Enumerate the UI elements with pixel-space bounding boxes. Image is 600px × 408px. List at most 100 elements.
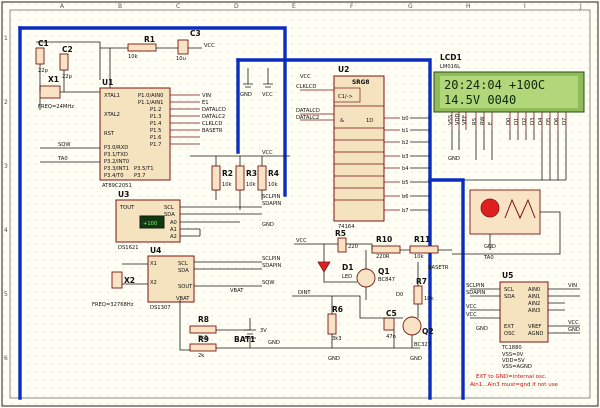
- u2-out-b6: b6: [402, 194, 409, 200]
- u4-pin-x1: X1: [150, 261, 157, 267]
- net-dint: DINT: [298, 290, 311, 296]
- u2-pin-c1: C1/->: [338, 94, 353, 100]
- lcd1-pin-d3: D3: [530, 118, 536, 125]
- r10-value: 220R: [376, 254, 390, 260]
- bus-right: [428, 178, 465, 400]
- driver-vcc: VCC: [296, 238, 307, 244]
- u5-vcc-3: VCC: [568, 320, 579, 326]
- bat-gnd: GND: [268, 340, 280, 346]
- u5-pin-ain2: AIN2: [528, 301, 540, 307]
- r11-value: 10k: [414, 254, 424, 260]
- c2-ref: C2: [62, 45, 73, 54]
- u1-pin-p15: P1.5: [150, 128, 161, 134]
- r2-resistor: [211, 165, 221, 191]
- c2-capacitor: [59, 53, 69, 71]
- u2-datalc2-label: DATALC2: [296, 115, 319, 121]
- u5-pin-osc: OSC: [504, 331, 515, 337]
- lcd1-part: LM016L: [440, 64, 460, 70]
- net-ta0-right: TA0: [483, 255, 494, 261]
- d1-ref: D1: [342, 263, 353, 272]
- c5-ref: C5: [386, 309, 397, 318]
- frame-col-a: A: [60, 3, 65, 10]
- u4-rtc: U4 DS1307 X1 X2 VBAT SCL SDA SOUT X2 FRE…: [92, 246, 281, 311]
- lcd1-pin-d4: D4: [538, 117, 544, 125]
- r1-ref: R1: [144, 35, 155, 44]
- u2-out-b1: b1: [402, 128, 409, 134]
- pot-knob-icon: [480, 198, 500, 218]
- u3-wires: [180, 206, 262, 237]
- frame-col-f: F: [350, 3, 354, 10]
- u4-pin-vbat: VBAT: [176, 296, 190, 302]
- u1-pin-p30: P3.0/RXD: [104, 145, 128, 151]
- frame-row-4: 4: [4, 227, 8, 234]
- u3-ref: U3: [118, 190, 129, 199]
- driver-gnd2: GND: [410, 356, 422, 362]
- r9-value: 2k: [198, 353, 204, 359]
- u5-vin: VIN: [568, 283, 577, 289]
- u1-pin-p35: P3.5/T1: [134, 166, 154, 172]
- net-sdapin-1: SDAPIN: [262, 201, 281, 207]
- u2-output-pins: [384, 117, 400, 211]
- net-vbat: VBAT: [230, 288, 244, 294]
- net-sdapin-2: SDAPIN: [262, 263, 281, 269]
- r2-value: 10k: [222, 182, 232, 188]
- d1-value: LED: [342, 274, 352, 280]
- u3-pin-tout: TOUT: [119, 205, 135, 211]
- r8-value: 3k3: [198, 335, 208, 341]
- net-sqw-left: SQW: [58, 142, 71, 148]
- u1-left-wires: [40, 147, 100, 163]
- u2-out-b0: b0: [402, 116, 409, 122]
- u1-pin-p10: P1.0/AIN0: [138, 93, 163, 99]
- u2-out-b5: b5: [402, 180, 409, 186]
- r3-ref: R3: [246, 169, 257, 178]
- u5-note-3: VSS=AGND: [502, 364, 532, 370]
- frame-col-d: D: [234, 3, 239, 10]
- u3-temp-sensor: U3 DS1621 TOUT SCL SDA A0 A1 A2 +100 GND: [115, 190, 274, 251]
- c5-capacitor: [383, 317, 395, 331]
- u2-clklcd-label: CLKLCD: [296, 84, 316, 90]
- frame-col-e: E: [292, 3, 296, 10]
- u2-out-b2: b2: [402, 140, 409, 146]
- design-note: EXT to GND=internal osc. Ain1...Ain3 mus…: [470, 374, 559, 388]
- vcc-label-top: VCC: [204, 43, 215, 49]
- lcd1-pin-d1: D1: [514, 118, 520, 125]
- x1-crystal: [39, 85, 61, 99]
- r6-ref: R6: [332, 305, 343, 314]
- u4-pin-sda: SDA: [178, 268, 189, 274]
- r8-ref: R8: [198, 315, 209, 324]
- frame-col-c: C: [176, 3, 180, 10]
- bat1-value: 3V: [260, 328, 267, 334]
- frame-row-5: 5: [4, 291, 8, 298]
- r7-value: 10k: [424, 296, 434, 302]
- u4-ref: U4: [150, 246, 161, 255]
- u1-pin-p17: P1.7: [150, 142, 161, 148]
- q2-transistor: [402, 316, 422, 336]
- frame-row-3: 3: [4, 163, 8, 170]
- lcd1-pin-vdd: VDD: [455, 113, 461, 125]
- lcd1-pin-d2: D2: [522, 118, 528, 125]
- r5-value: 220: [348, 244, 358, 250]
- u5-pin-ext: EXT: [504, 324, 515, 330]
- x2-value: FREQ=32768Hz: [92, 302, 134, 308]
- u1-pin-xtal2: XTAL2: [104, 112, 120, 118]
- u1-pin-p31: P3.1/TXD: [104, 152, 128, 158]
- u5-pin-sda: SDA: [504, 294, 515, 300]
- u3-pin-scl: SCL: [164, 205, 174, 211]
- lcd1-line1: 20:24:04 +100C: [444, 78, 545, 92]
- x1-ref: X1: [48, 75, 59, 84]
- u2-header: SRG8: [352, 80, 369, 86]
- u2-datalcd-label: DATALCD: [296, 108, 320, 114]
- c3-value: 10u: [176, 56, 186, 62]
- r2-ref: R2: [222, 169, 233, 178]
- u1-pin-p11: P1.1/AIN1: [138, 100, 163, 106]
- u1-pin-p32: P3.2/INT0: [104, 159, 129, 165]
- net-e1: E1: [202, 100, 209, 106]
- lcd1-pin-rs: RS: [472, 118, 478, 125]
- u4-pin-sout: SOUT: [178, 284, 193, 290]
- u2-vcc-label: VCC: [300, 74, 311, 80]
- source-body: [469, 189, 541, 235]
- note-line-1: EXT to GND=internal osc.: [476, 374, 547, 380]
- schematic-svg: A B C D E F G H I J 1 2 3 4 5 6 C1 22p C…: [1, 1, 599, 407]
- q2-ref: Q2: [422, 327, 434, 336]
- u2-pin-and: &: [340, 118, 344, 124]
